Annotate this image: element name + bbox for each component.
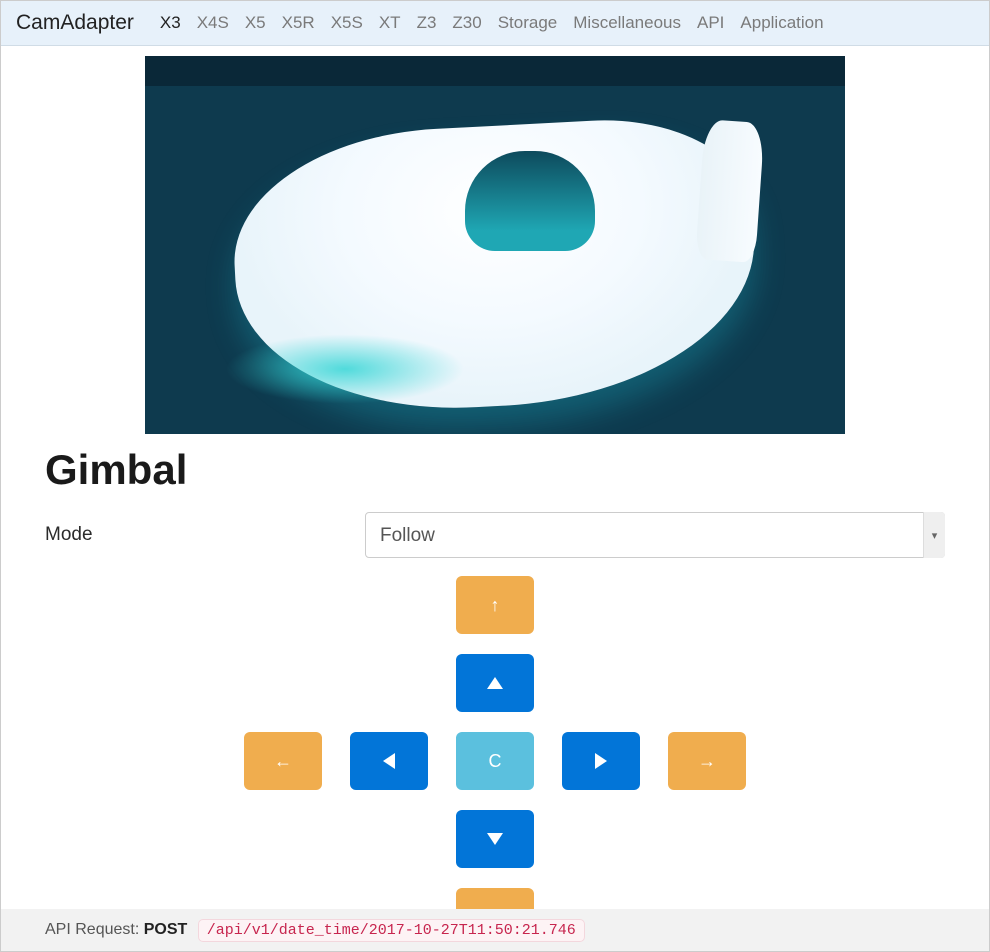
nav-application[interactable]: Application <box>740 13 823 33</box>
pan-left-far-button[interactable]: ← <box>244 732 322 790</box>
nav-x5s[interactable]: X5S <box>331 13 363 33</box>
nav-z3[interactable]: Z3 <box>417 13 437 33</box>
api-request-method: POST <box>144 921 188 938</box>
camera-preview <box>145 56 845 434</box>
triangle-up-icon <box>487 677 503 689</box>
main-container: Gimbal Mode Follow ▾ ↑ ← C → <box>30 56 960 946</box>
pan-right-button[interactable] <box>562 732 640 790</box>
mode-select-wrap: Follow ▾ <box>365 512 945 558</box>
center-button[interactable]: C <box>456 732 534 790</box>
tilt-down-button[interactable] <box>456 810 534 868</box>
pan-left-button[interactable] <box>350 732 428 790</box>
nav-x4s[interactable]: X4S <box>197 13 229 33</box>
brand[interactable]: CamAdapter <box>16 11 134 35</box>
nav-x3[interactable]: X3 <box>160 13 181 33</box>
api-request-bar: API Request: POST /api/v1/date_time/2017… <box>1 909 989 951</box>
center-label: C <box>489 751 502 772</box>
nav-xt[interactable]: XT <box>379 13 401 33</box>
mode-label: Mode <box>45 524 365 546</box>
nav-storage[interactable]: Storage <box>498 13 558 33</box>
nav-z30[interactable]: Z30 <box>452 13 481 33</box>
gimbal-dpad: ↑ ← C → ↓ <box>240 576 750 946</box>
triangle-left-icon <box>383 753 395 769</box>
zoom-in-button[interactable]: ↑ <box>456 576 534 634</box>
nav-miscellaneous[interactable]: Miscellaneous <box>573 13 681 33</box>
section-title: Gimbal <box>45 446 945 494</box>
pan-right-far-button[interactable]: → <box>668 732 746 790</box>
navbar: CamAdapter X3 X4S X5 X5R X5S XT Z3 Z30 S… <box>1 1 989 46</box>
api-request-prefix: API Request: <box>45 921 144 938</box>
arrow-left-thin-icon: ← <box>274 751 292 772</box>
arrow-right-thin-icon: → <box>698 751 716 772</box>
mode-select[interactable]: Follow <box>365 512 945 558</box>
mode-row: Mode Follow ▾ <box>45 512 945 558</box>
arrow-up-thin-icon: ↑ <box>491 595 500 616</box>
nav-api[interactable]: API <box>697 13 724 33</box>
tilt-up-button[interactable] <box>456 654 534 712</box>
triangle-right-icon <box>595 753 607 769</box>
api-request-url: /api/v1/date_time/2017-10-27T11:50:21.74… <box>198 919 585 942</box>
nav-x5[interactable]: X5 <box>245 13 266 33</box>
triangle-down-icon <box>487 833 503 845</box>
nav-x5r[interactable]: X5R <box>282 13 315 33</box>
